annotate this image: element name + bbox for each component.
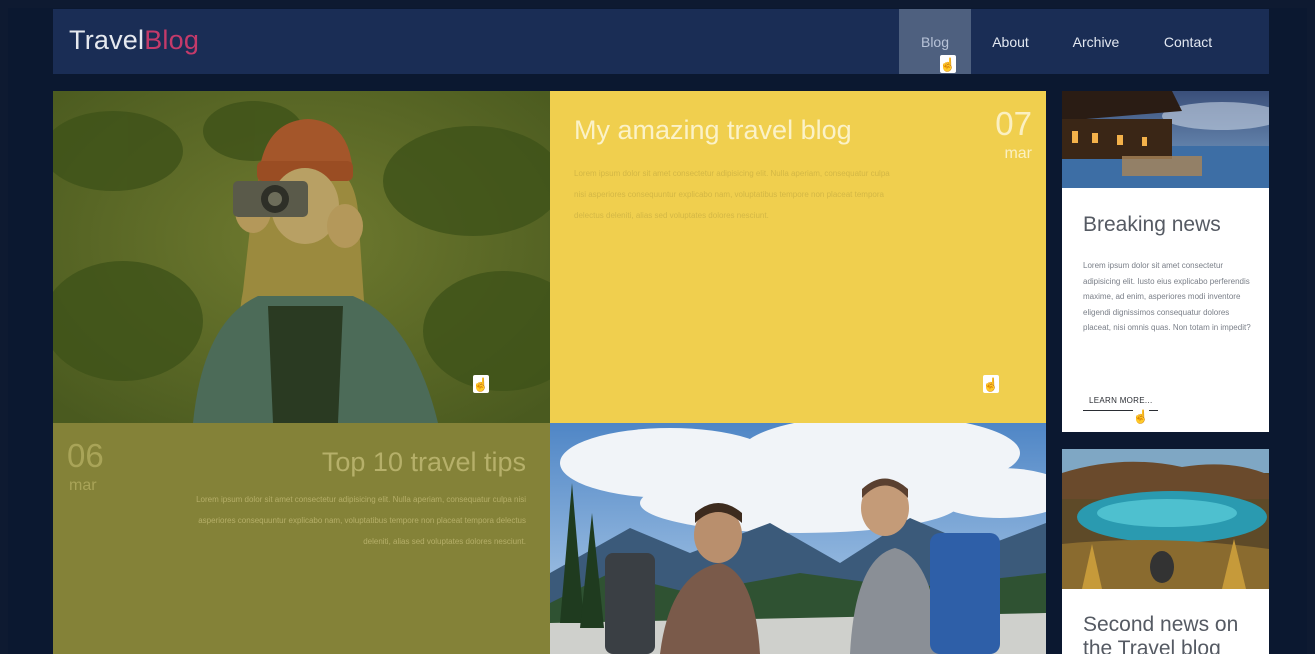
photo-tile-camera[interactable]: ☝ xyxy=(53,91,550,423)
nav-contact[interactable]: Contact xyxy=(1142,9,1234,74)
second-post-day: 06 xyxy=(67,437,104,474)
featured-post-excerpt: Lorem ipsum dolor sit amet consectetur a… xyxy=(574,169,890,220)
news-card-breaking: Breaking news Lorem ipsum dolor sit amet… xyxy=(1062,91,1269,432)
featured-post[interactable]: My amazing travel blog 07 mar Lorem ipsu… xyxy=(550,91,1046,423)
featured-post-month: mar xyxy=(1004,145,1032,162)
hand-pointer-icon: ☝ xyxy=(1132,407,1150,425)
nav-about[interactable]: About xyxy=(971,9,1050,74)
hand-pointer-icon: ☝ xyxy=(939,55,957,73)
hand-pointer-icon: ☝ xyxy=(472,375,490,393)
nav-blog[interactable]: Blog xyxy=(899,9,971,74)
camera-girl-image xyxy=(53,91,550,423)
hand-pointer-icon: ☝ xyxy=(982,375,1000,393)
second-post-title[interactable]: Top 10 travel tips xyxy=(322,447,526,478)
photo-tile-hikers[interactable] xyxy=(550,423,1046,654)
news-card-second: Second news on the Travel blog xyxy=(1062,449,1269,654)
featured-post-day: 07 xyxy=(995,105,1032,142)
logo-blog: Blog xyxy=(144,25,200,55)
nav-archive[interactable]: Archive xyxy=(1050,9,1142,74)
featured-post-title[interactable]: My amazing travel blog xyxy=(574,115,852,146)
breaking-news-text: Lorem ipsum dolor sit amet consectetur a… xyxy=(1083,261,1251,332)
hikers-image xyxy=(550,423,1046,654)
logo-travel: Travel xyxy=(69,25,145,55)
breaking-news-title[interactable]: Breaking news xyxy=(1083,213,1221,237)
second-post[interactable]: 06 mar Top 10 travel tips Lorem ipsum do… xyxy=(53,423,550,654)
site-header: TravelBlog Blog About Archive Contact xyxy=(53,9,1269,74)
site-logo[interactable]: TravelBlog xyxy=(69,25,199,56)
resort-image xyxy=(1062,91,1269,188)
second-post-excerpt: Lorem ipsum dolor sit amet consectetur a… xyxy=(196,495,526,546)
lake-image xyxy=(1062,449,1269,589)
second-post-month: mar xyxy=(69,477,97,494)
second-news-title[interactable]: Second news on the Travel blog xyxy=(1083,613,1253,654)
